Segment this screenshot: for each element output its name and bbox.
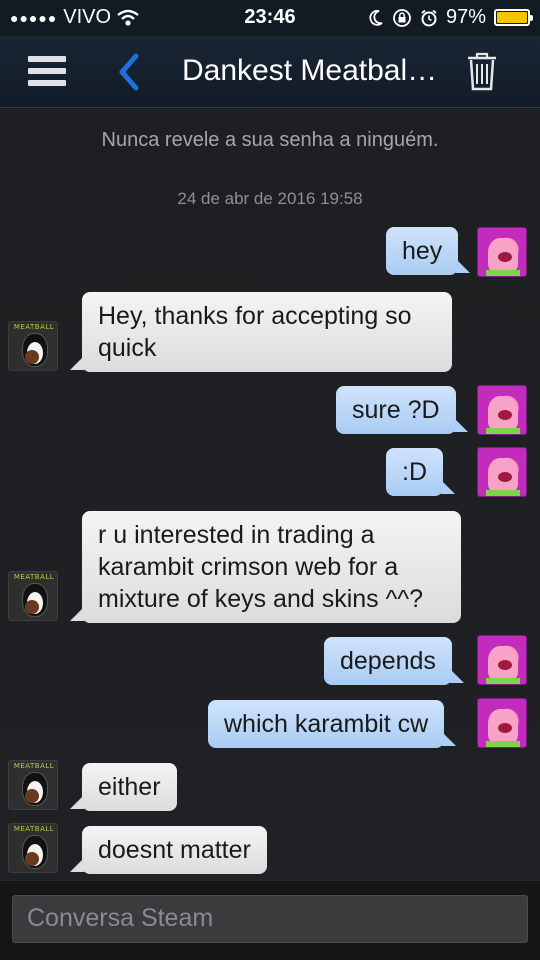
- message-input[interactable]: Conversa Steam: [12, 895, 528, 943]
- security-notice: Nunca revele a sua senha a ninguém.: [101, 129, 439, 151]
- status-bar: ●●●●● VIVO 23:46 97%: [0, 0, 540, 36]
- message-bubble-received[interactable]: Hey, thanks for accepting so quick: [70, 292, 452, 372]
- battery-icon: [494, 9, 533, 26]
- friend-avatar[interactable]: MEATBALL: [8, 823, 58, 873]
- input-bar: Conversa Steam: [0, 880, 540, 960]
- chat-area[interactable]: Nunca revele a sua senha a ninguém. 24 d…: [0, 109, 540, 880]
- message-bubble-sent[interactable]: depends: [324, 637, 464, 685]
- status-icons: 97%: [368, 6, 533, 29]
- battery-percent: 97%: [445, 6, 486, 28]
- message-bubble-received[interactable]: doesnt matter: [70, 826, 267, 874]
- own-avatar[interactable]: [477, 635, 527, 685]
- own-avatar[interactable]: [477, 698, 527, 748]
- message-bubble-sent[interactable]: sure ?D: [336, 386, 468, 434]
- friend-avatar[interactable]: MEATBALL: [8, 321, 58, 371]
- friend-avatar-tag: MEATBALL: [13, 573, 55, 581]
- friend-avatar-tag: MEATBALL: [13, 762, 55, 770]
- own-avatar[interactable]: [477, 385, 527, 435]
- friend-avatar-tag: MEATBALL: [13, 825, 55, 833]
- message-timestamp: 24 de abr de 2016 19:58: [177, 189, 363, 208]
- nav-bar: Dankest Meatball…: [0, 36, 540, 108]
- friend-avatar-tag: MEATBALL: [13, 323, 55, 331]
- own-avatar[interactable]: [477, 227, 527, 277]
- message-bubble-sent[interactable]: hey: [386, 227, 471, 275]
- alarm-icon: [421, 9, 437, 26]
- back-icon[interactable]: [114, 52, 144, 92]
- own-avatar[interactable]: [477, 447, 527, 497]
- conversation-title: Dankest Meatball…: [182, 54, 442, 87]
- message-bubble-received[interactable]: r u interested in trading a karambit cri…: [70, 511, 461, 623]
- message-bubble-sent[interactable]: :D: [386, 448, 455, 496]
- moon-icon: [369, 9, 383, 26]
- menu-icon[interactable]: [28, 56, 66, 86]
- rotation-lock-icon: [393, 8, 411, 27]
- friend-avatar[interactable]: MEATBALL: [8, 571, 58, 621]
- trash-icon[interactable]: [466, 50, 498, 92]
- message-bubble-received[interactable]: either: [70, 763, 177, 811]
- message-bubble-sent[interactable]: which karambit cw: [208, 700, 457, 748]
- friend-avatar[interactable]: MEATBALL: [8, 760, 58, 810]
